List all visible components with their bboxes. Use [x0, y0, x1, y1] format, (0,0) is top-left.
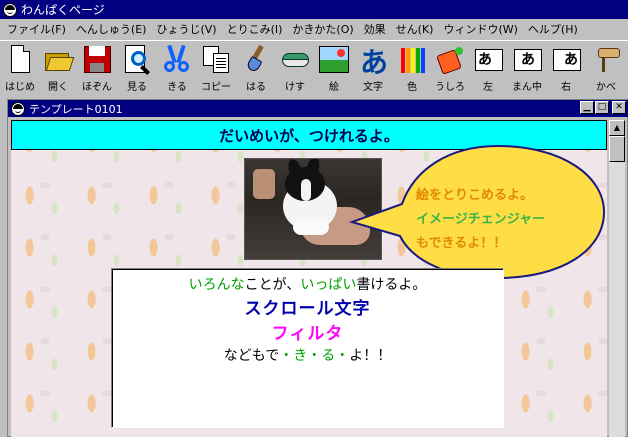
menu-import[interactable]: とりこみ(I)	[222, 21, 288, 37]
document-title: テンプレート0101	[29, 102, 123, 116]
page-canvas[interactable]: だいめいが、つけれるよ。 絵をとりこめるよ。 イメージチェンジャー もできるよ！…	[11, 120, 607, 437]
minimize-button[interactable]: ▁	[580, 101, 594, 114]
app-title: わんぱくページ	[21, 3, 105, 17]
copy-icon	[200, 45, 232, 74]
text-line-1: いろんなことが、いっぱい書けるよ。	[112, 274, 503, 294]
text-span-black: などもで	[223, 348, 280, 364]
tool-picture-button[interactable]: 絵	[315, 43, 353, 93]
scissors-icon	[161, 44, 193, 74]
tool-label: 見る	[127, 82, 147, 93]
toolbar: はじめ 開く ほぞん 見る きる コピー はる けす 絵 あ 文字 色 うしろ …	[0, 40, 628, 94]
crayons-icon	[396, 45, 428, 74]
text-span-black: よ！！	[349, 348, 392, 364]
scroll-text-line: スクロール文字	[244, 299, 371, 319]
bubble-line-1: 絵をとりこめるよ。	[416, 188, 534, 203]
scroll-up-button[interactable]: ▲	[609, 120, 625, 136]
tool-label: 左	[483, 82, 493, 93]
window-controls: ▁ □ ✕	[580, 101, 626, 114]
document-titlebar: テンプレート0101 ▁ □ ✕	[8, 100, 628, 117]
text-span-green: いっぱい	[300, 277, 357, 293]
align-left-icon: あ	[472, 45, 504, 74]
align-center-icon: あ	[511, 45, 543, 74]
tool-cut-button[interactable]: きる	[158, 43, 196, 93]
tool-erase-button[interactable]: けす	[276, 43, 314, 93]
open-folder-icon	[42, 45, 75, 74]
maximize-button[interactable]: □	[595, 101, 609, 114]
menu-bar: ファイル(F) へんしゅう(E) ひょうじ(V) とりこみ(I) かきかた(O)…	[0, 19, 628, 38]
document-window: テンプレート0101 ▁ □ ✕ だいめいが、つけれるよ。 絵をとりこめるよ。	[7, 99, 628, 437]
save-disk-icon	[81, 45, 113, 74]
vertical-scrollbar[interactable]: ▲	[609, 120, 625, 437]
tool-label: 色	[407, 82, 417, 93]
text-span-green: いろんな	[188, 277, 245, 293]
picture-icon	[318, 45, 350, 74]
speech-bubble[interactable]: 絵をとりこめるよ。 イメージチェンジャー もできるよ！！	[348, 144, 606, 280]
tool-label: はじめ	[5, 82, 35, 93]
tool-label: きる	[167, 82, 187, 93]
document-logo-icon	[11, 101, 25, 116]
tool-copy-button[interactable]: コピー	[197, 43, 235, 93]
tool-wall-button[interactable]: かべ	[587, 43, 625, 93]
tool-label: はる	[246, 82, 266, 93]
menu-view[interactable]: ひょうじ(V)	[151, 21, 221, 37]
tool-label: けす	[285, 82, 305, 93]
tool-open-button[interactable]: 開く	[39, 43, 77, 93]
eraser-icon	[279, 45, 311, 74]
tool-label: コピー	[201, 82, 231, 93]
menu-format[interactable]: かきかた(O)	[287, 21, 358, 37]
app-logo-icon	[3, 2, 17, 17]
paint-bucket-icon	[434, 45, 466, 75]
menu-help[interactable]: ヘルプ(H)	[523, 21, 583, 37]
magnifier-icon	[121, 45, 153, 75]
tool-color-button[interactable]: 色	[393, 43, 431, 93]
bubble-text: 絵をとりこめるよ。 イメージチェンジャー もできるよ！！	[416, 184, 586, 256]
text-span-black: 書けるよ。	[356, 277, 427, 293]
tool-align-right-button[interactable]: あ 右	[547, 43, 585, 93]
menu-edit[interactable]: へんしゅう(E)	[71, 21, 152, 37]
app-titlebar: わんぱくページ	[0, 0, 628, 19]
menu-window[interactable]: ウィンドウ(W)	[438, 21, 522, 37]
tool-label: かべ	[596, 82, 616, 93]
tool-paste-button[interactable]: はる	[237, 43, 275, 93]
text-span-black: ことが、	[244, 277, 301, 293]
filter-text-line: フィルタ	[271, 324, 344, 344]
tool-background-button[interactable]: うしろ	[431, 43, 469, 93]
tool-label: 絵	[329, 82, 339, 93]
tool-label: 右	[561, 82, 571, 93]
tool-label: 開く	[48, 82, 68, 93]
tool-label: まん中	[512, 82, 542, 93]
wall-roller-icon	[590, 45, 622, 74]
scroll-thumb[interactable]	[609, 136, 625, 162]
tool-label: ほぞん	[82, 82, 112, 93]
tool-new-button[interactable]: はじめ	[1, 43, 39, 93]
text-line-4: などもで・き・る・よ！！	[112, 345, 503, 365]
paste-brush-icon	[240, 44, 272, 74]
tool-text-button[interactable]: あ 文字	[354, 43, 392, 93]
tool-preview-button[interactable]: 見る	[118, 43, 156, 93]
text-a-icon: あ	[359, 46, 388, 79]
align-right-icon: あ	[550, 45, 582, 74]
tool-save-button[interactable]: ほぞん	[78, 43, 116, 93]
tool-align-center-button[interactable]: あ まん中	[508, 43, 546, 93]
text-span-green: ・き・る・	[279, 348, 350, 364]
bubble-line-3: もできるよ！！	[416, 236, 507, 251]
text-box[interactable]: いろんなことが、いっぱい書けるよ。 スクロール文字 フィルタ などもで・き・る・…	[111, 268, 504, 428]
tool-label: うしろ	[435, 82, 465, 93]
menu-lines[interactable]: せん(K)	[391, 21, 439, 37]
tool-align-left-button[interactable]: あ 左	[469, 43, 507, 93]
new-page-icon	[4, 45, 36, 74]
bubble-line-2: イメージチェンジャー	[416, 212, 546, 227]
menu-file[interactable]: ファイル(F)	[2, 21, 71, 37]
menu-effects[interactable]: 効果	[359, 21, 391, 37]
close-button[interactable]: ✕	[612, 101, 626, 114]
